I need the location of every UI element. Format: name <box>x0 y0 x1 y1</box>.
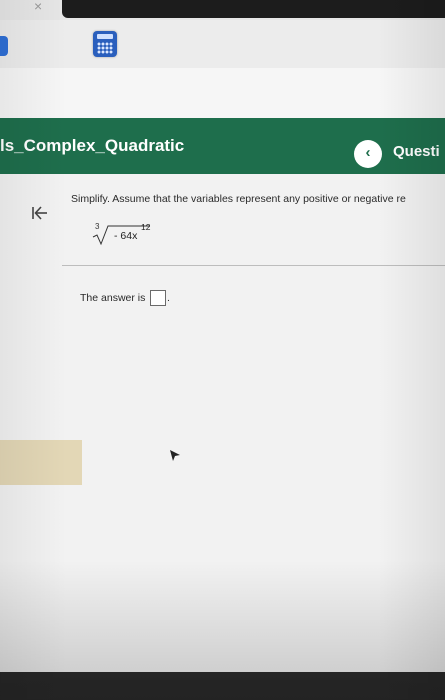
toolbar-side-tab[interactable] <box>0 36 8 56</box>
sidebar-highlight <box>0 440 82 485</box>
question-instruction: Simplify. Assume that the variables repr… <box>71 193 406 205</box>
toolbar <box>0 20 445 68</box>
question-nav-label[interactable]: Questi <box>393 143 440 160</box>
toolbar-spacer <box>0 68 445 118</box>
question-panel <box>0 174 445 700</box>
calculator-icon[interactable] <box>93 31 117 57</box>
radical-expression: 3 - 64x 12 <box>92 222 162 246</box>
exponent: 12 <box>141 222 151 232</box>
answer-input[interactable] <box>150 290 166 306</box>
browser-tab-bar <box>62 0 445 18</box>
section-divider <box>62 265 445 266</box>
answer-prefix: The answer is <box>80 292 146 304</box>
assignment-title: ls_Complex_Quadratic <box>0 136 185 155</box>
radical-index: 3 <box>95 222 100 231</box>
previous-question-button[interactable]: ‹ <box>354 140 382 168</box>
screen-bezel-bottom <box>0 672 445 700</box>
close-icon[interactable]: × <box>34 0 42 14</box>
browser-top-strip: × <box>0 0 445 20</box>
cursor-arrow-icon <box>170 450 180 461</box>
collapse-left-icon[interactable] <box>31 204 49 222</box>
answer-suffix: . <box>167 292 170 304</box>
radicand: - 64x <box>114 230 138 242</box>
